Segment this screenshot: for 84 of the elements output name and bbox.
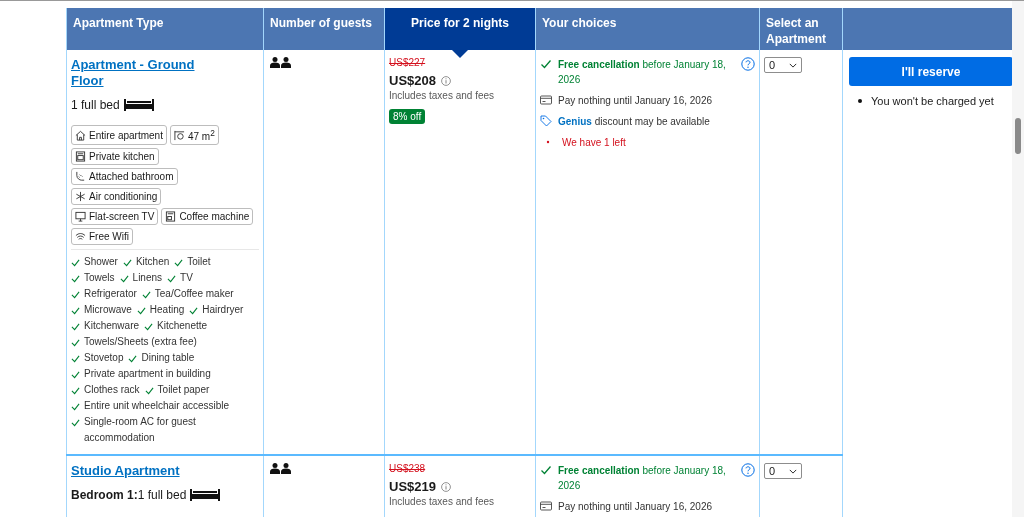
amenity-item: Toilet — [187, 255, 211, 270]
amenity-item: Microwave — [84, 303, 132, 318]
column-header: Price for 2 nights — [384, 8, 536, 50]
bed-icon — [122, 99, 155, 111]
tv-icon — [75, 211, 86, 223]
amenity-item: Kitchenette — [157, 319, 208, 334]
amenity-item: Clothes rack — [84, 383, 140, 398]
two-people-icon — [270, 57, 292, 68]
help-icon[interactable] — [741, 57, 755, 71]
pointer-icon — [452, 50, 468, 58]
scrollbar[interactable] — [1012, 1, 1024, 517]
price-note: Includes taxes and fees — [389, 496, 496, 508]
column-header: Apartment Type — [66, 8, 264, 50]
bed-icon — [189, 489, 222, 502]
amenity-item: Refrigerator — [84, 287, 137, 302]
facility-label: Attached bathroom — [89, 170, 174, 184]
amenity-item: Towels/Sheets (extra fee) — [84, 335, 197, 350]
tag-icon — [540, 115, 552, 127]
amenity-item: Heating — [149, 303, 185, 318]
bed-info: Bedroom 1:1 full bed — [71, 488, 187, 503]
quantity-select[interactable]: 0 — [764, 463, 802, 480]
amenity-item: Shower — [84, 255, 118, 270]
facility-label: Coffee machine — [179, 210, 250, 224]
price-note: Includes taxes and fees — [389, 90, 496, 101]
facility-label: 47 m$^{2}$ — [187, 127, 215, 144]
quantity-select[interactable]: 0 — [764, 57, 802, 73]
price: US$219 — [389, 479, 436, 495]
original-price: US$227 — [389, 57, 427, 68]
amenity-item: Linens — [132, 271, 163, 286]
check-icon — [128, 354, 138, 364]
discount-badge: 8% off — [389, 109, 426, 124]
amenity-item: Kitchenware — [84, 319, 140, 334]
reserve-button[interactable]: I'll reserve — [849, 57, 1013, 86]
payment-text: Pay nothing until January 16, 2026 — [558, 94, 712, 108]
column-header: Your choices — [535, 8, 760, 50]
facility-label: Flat-screen TV — [89, 210, 155, 224]
area-icon — [173, 129, 185, 141]
amenity-item: Towels — [84, 271, 115, 286]
genius-text: Genius discount may be available — [558, 115, 710, 129]
bed-info: 1 full bed — [71, 98, 120, 112]
house-icon — [75, 129, 86, 141]
price: US$208 — [389, 73, 436, 88]
info-icon[interactable] — [441, 75, 451, 86]
availability-text: We have 1 left — [562, 136, 626, 150]
oven-icon — [75, 151, 86, 163]
amenity-item: Hairdryer — [202, 303, 244, 318]
facility-label: Free Wifi — [89, 230, 129, 244]
amenity-item: Toilet paper — [157, 383, 210, 398]
amenity-item: Stovetop — [84, 351, 124, 366]
help-icon[interactable] — [741, 463, 755, 478]
payment-text: Pay nothing until January 16, 2026 — [558, 500, 712, 515]
cancellation-text: Free cancellation before January 18, 2026 — [558, 58, 727, 87]
two-people-icon — [270, 463, 292, 475]
amenity-item: Dining table — [141, 351, 195, 366]
amenity-item: TV — [180, 271, 193, 286]
snowflake-icon — [75, 191, 86, 203]
amenity-item: Single-room AC for guest accommodation — [84, 415, 197, 446]
column-header: Number of guests — [263, 8, 385, 50]
cancellation-text: Free cancellation before January 18, 2026 — [558, 464, 727, 494]
bullet-icon — [546, 140, 550, 144]
apartment-link[interactable]: Studio Apartment — [71, 463, 211, 480]
original-price: US$238 — [389, 463, 427, 475]
info-icon[interactable] — [441, 481, 451, 492]
column-header: Select an Apartment — [759, 8, 843, 50]
reserve-note: You won't be charged yet — [871, 95, 994, 107]
check-icon — [144, 386, 154, 396]
apartment-link[interactable]: Apartment - Ground Floor — [71, 57, 211, 89]
shower-icon — [75, 171, 86, 183]
check-icon — [189, 306, 199, 316]
facility-label: Private kitchen — [89, 150, 155, 164]
facility-label: Entire apartment — [89, 128, 163, 142]
caret-icon — [789, 62, 797, 68]
amenity-item: Private apartment in building — [84, 367, 211, 382]
check-icon — [540, 464, 552, 477]
amenity-item: Tea/Coffee maker — [154, 287, 234, 302]
coffee-machine-icon — [165, 211, 177, 223]
bullet-icon — [858, 99, 862, 103]
facility-label: Air conditioning — [89, 190, 158, 204]
check-icon — [540, 58, 552, 70]
card-icon — [540, 500, 552, 513]
amenity-item: Entire unit wheelchair accessible — [84, 399, 230, 414]
amenity-item: Kitchen — [135, 255, 170, 270]
caret-icon — [789, 468, 797, 474]
card-icon — [540, 94, 552, 106]
